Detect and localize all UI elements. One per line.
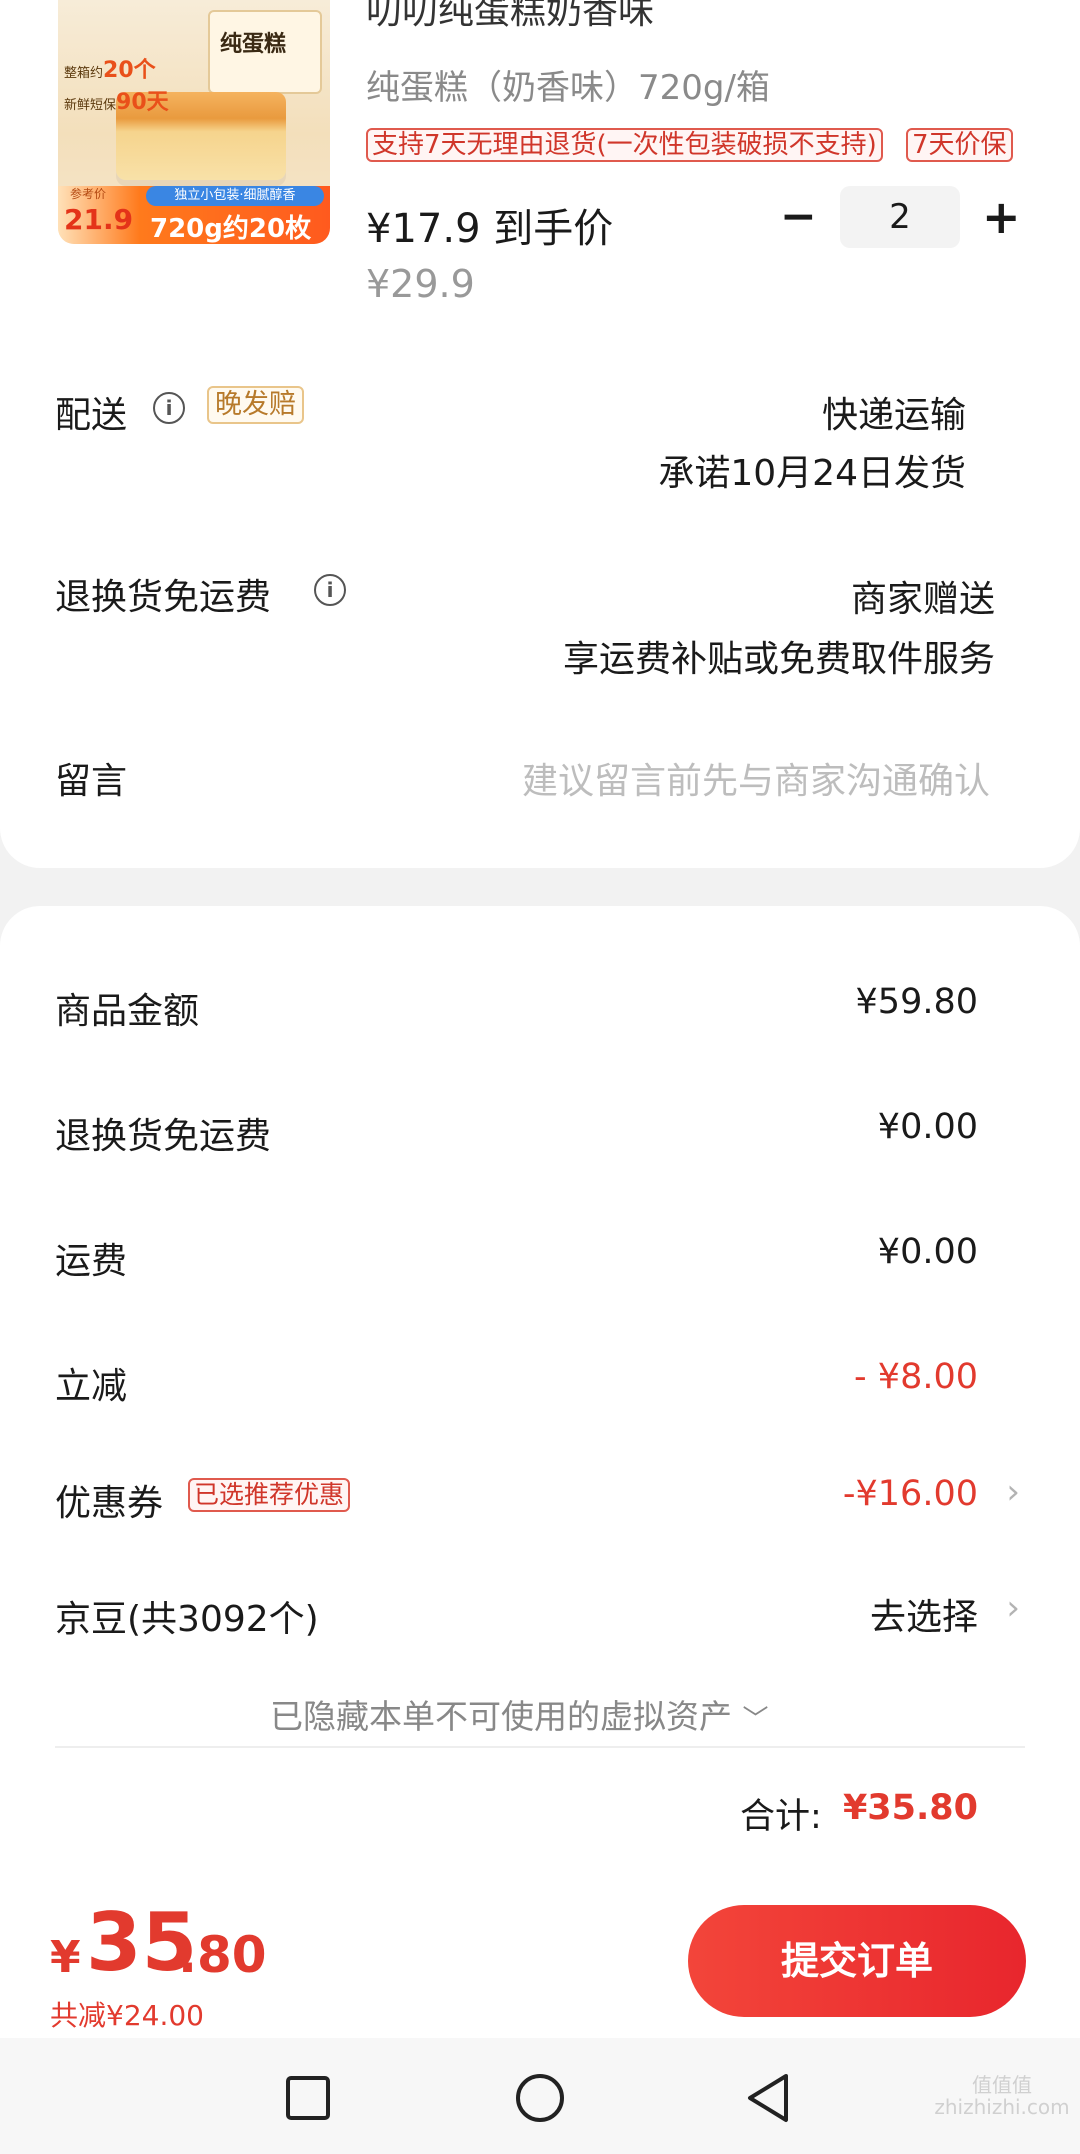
submit-order-button[interactable]: 提交订单 [688, 1905, 1026, 2017]
delivery-promise: 承诺10月24日发货 [658, 453, 966, 494]
instant-discount-value: - ¥8.00 [854, 1357, 978, 1397]
image-note-freshness: 新鲜短保90天 [64, 90, 169, 115]
summary-row-value: ¥0.00 [877, 1232, 978, 1272]
back-icon[interactable] [744, 2072, 792, 2124]
delivery-label: 配送 [55, 395, 128, 436]
summary-row-value: ¥0.00 [877, 1107, 978, 1147]
price-decimal: .80 [178, 1926, 267, 1984]
product-spec: 纯蛋糕（奶香味）720g/箱 [366, 68, 770, 108]
jingdou-label: 京豆(共3092个) [55, 1599, 319, 1640]
watermark: 值值值 zhizhizhi.com [934, 2073, 1070, 2119]
total-label: 合计: [740, 1797, 822, 1837]
recent-apps-icon[interactable] [286, 2076, 330, 2120]
image-note-count: 整箱约20个 [64, 58, 156, 83]
price-summary-card: 商品金额 ¥59.80 退换货免运费 ¥0.00 运费 ¥0.00 立减 - ¥… [0, 906, 1080, 1892]
final-price: ¥17.9 到手价 [366, 206, 614, 252]
price-currency: ¥ [50, 1932, 81, 1983]
product-title[interactable]: 叨叨纯蛋糕奶香味 [366, 0, 654, 34]
summary-row-label: 退换货免运费 [55, 1116, 272, 1157]
home-icon[interactable] [514, 2072, 566, 2124]
hidden-assets-toggle[interactable]: 已隐藏本单不可使用的虚拟资产 ﹀ [270, 1690, 769, 1738]
original-price: ¥29.9 [366, 262, 475, 306]
product-image[interactable]: 纯蛋糕 整箱约20个 新鲜短保90天 参考价 21.9 独立小包装·细腻醇香 7… [58, 0, 330, 244]
summary-row-label: 商品金额 [55, 991, 200, 1032]
order-item-card: 纯蛋糕 整箱约20个 新鲜短保90天 参考价 21.9 独立小包装·细腻醇香 7… [0, 0, 1080, 868]
message-label: 留言 [55, 761, 128, 802]
coupon-badge: 已选推荐优惠 [188, 1478, 351, 1512]
summary-row-label: 立减 [55, 1366, 128, 1407]
return-shipping-label: 退换货免运费 [55, 577, 272, 618]
summary-row-label: 运费 [55, 1241, 128, 1282]
return-shipping-detail: 享运费补贴或免费取件服务 [562, 639, 995, 680]
late-delivery-badge: 晚发赔 [207, 386, 304, 424]
divider [55, 1746, 1025, 1748]
quantity-input[interactable]: 2 [840, 186, 960, 248]
jingdou-select[interactable]: 去选择 [870, 1588, 978, 1640]
image-box-title: 纯蛋糕 [220, 32, 287, 57]
image-ref-label: 参考价 [70, 187, 107, 201]
info-icon[interactable]: i [314, 574, 346, 606]
coupon-label: 优惠券 [55, 1483, 164, 1524]
return-shipping-value: 商家赠送 [850, 579, 995, 620]
delivery-method[interactable]: 快递运输 [822, 386, 966, 438]
system-nav-bar: 值值值 zhizhizhi.com [0, 2038, 1080, 2154]
summary-row-value: ¥59.80 [855, 982, 978, 1022]
quantity-plus-button[interactable]: + [982, 186, 1021, 248]
price-protect-tag: 7天价保 [906, 128, 1013, 162]
hidden-assets-text: 已隐藏本单不可使用的虚拟资产 [270, 1697, 732, 1736]
return-policy-tag: 支持7天无理由退货(一次性包装破损不支持) [366, 128, 883, 162]
image-pill: 独立小包装·细腻醇香 [146, 186, 324, 206]
chevron-down-icon: ﹀ [742, 1705, 769, 1735]
message-input[interactable]: 建议留言前先与商家沟通确认 [522, 752, 990, 804]
image-spec: 720g约20枚 [150, 214, 312, 244]
total-value: ¥35.80 [842, 1788, 978, 1828]
image-ref-price: 21.9 [64, 203, 134, 236]
total-saved: 共减¥24.00 [50, 1999, 204, 2032]
chevron-right-icon[interactable]: › [1006, 1472, 1020, 1512]
quantity-minus-button[interactable]: − [780, 186, 817, 248]
info-icon[interactable]: i [153, 392, 185, 424]
chevron-right-icon[interactable]: › [1006, 1588, 1020, 1628]
coupon-value[interactable]: -¥16.00 [843, 1474, 978, 1514]
